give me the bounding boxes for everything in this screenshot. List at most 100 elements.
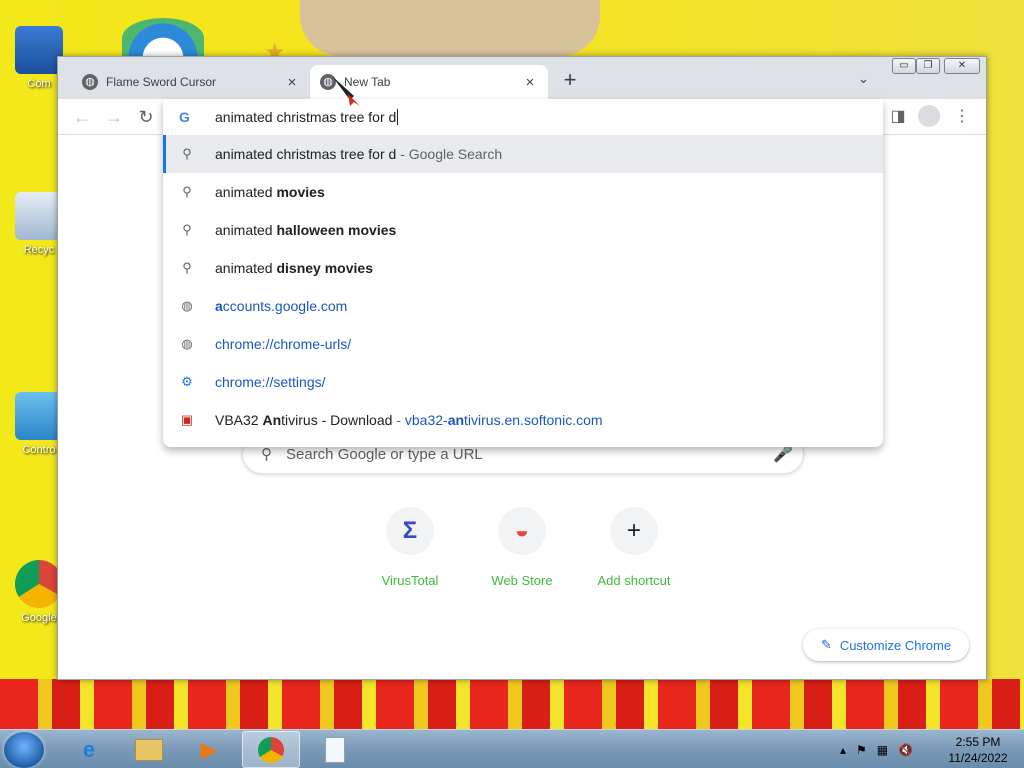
microphone-icon[interactable]: 🎤 bbox=[763, 444, 803, 464]
suggestion-text-part: an bbox=[447, 412, 465, 428]
globe-icon: ◍ bbox=[181, 298, 193, 313]
taskbar-media-player-button[interactable]: ▶ bbox=[180, 731, 238, 768]
tab-title: Flame Sword Cursor bbox=[106, 75, 217, 89]
clock-date: 11/24/2022 bbox=[948, 751, 1008, 765]
suggestion-text-part: animated bbox=[215, 184, 277, 200]
taskbar-explorer-button[interactable] bbox=[120, 731, 178, 768]
suggestion-text-part: animated bbox=[215, 260, 277, 276]
virustotal-icon: Σ bbox=[386, 507, 434, 555]
shortcut-add[interactable]: + Add shortcut bbox=[582, 507, 686, 588]
settings-icon: ⚙ bbox=[181, 374, 193, 389]
text-caret bbox=[397, 109, 399, 125]
desktop-wallpaper-shape bbox=[300, 0, 600, 56]
suggestion-list: ⚲ animated christmas tree for d - Google … bbox=[163, 135, 883, 439]
google-g-icon: G bbox=[179, 109, 190, 125]
ntp-search-placeholder: Search Google or type a URL bbox=[286, 445, 483, 463]
suggestion-text-part: animated bbox=[215, 222, 277, 238]
flame-sword-cursor-icon bbox=[332, 76, 360, 106]
control-panel-icon bbox=[15, 392, 63, 440]
suggestion-text-part: - Google Search bbox=[396, 146, 503, 162]
profile-button[interactable] bbox=[918, 105, 942, 129]
site-favicon-icon: ▣ bbox=[180, 412, 194, 427]
system-tray: ▴ ⚑ ▦ 🔇 bbox=[840, 730, 913, 768]
minimize-button[interactable]: ▭ bbox=[892, 58, 916, 74]
internet-explorer-icon: e bbox=[82, 736, 96, 762]
recycle-bin-icon bbox=[15, 192, 63, 240]
document-icon bbox=[325, 736, 345, 763]
tab-title: New Tab bbox=[344, 75, 391, 89]
omnibox-suggestion[interactable]: ⚲ animated halloween movies bbox=[163, 211, 883, 249]
suggestion-text-part: disney movies bbox=[276, 260, 373, 276]
search-icon: ⚲ bbox=[182, 146, 192, 161]
menu-button[interactable]: ⋮ bbox=[950, 105, 974, 129]
maximize-button[interactable]: ❐ bbox=[916, 58, 940, 74]
desktop-wallpaper-stripes bbox=[0, 679, 1024, 729]
edge-desktop-icon[interactable] bbox=[122, 18, 204, 58]
network-icon[interactable]: ▦ bbox=[877, 743, 888, 757]
shortcut-web-store[interactable]: ◒ Web Store bbox=[470, 507, 574, 588]
tab-flame-sword-cursor[interactable]: ◍ Flame Sword Cursor × bbox=[72, 65, 310, 99]
system-clock[interactable]: 2:55 PM 11/24/2022 bbox=[946, 734, 1010, 766]
web-store-icon: ◒ bbox=[498, 507, 546, 555]
suggestion-text-part: - bbox=[392, 412, 405, 428]
new-tab-button[interactable]: + bbox=[558, 69, 582, 93]
computer-icon bbox=[15, 26, 63, 74]
avatar bbox=[918, 105, 940, 127]
tab-close-icon[interactable]: × bbox=[284, 74, 300, 91]
omnibox-suggestion[interactable]: ▣ VBA32 An tivirus - Download - vba32- an ti… bbox=[163, 401, 883, 439]
suggestion-text-part: chrome://settings/ bbox=[215, 374, 326, 390]
chrome-icon bbox=[15, 560, 63, 608]
suggestion-text-part: An bbox=[262, 412, 282, 428]
search-icon: ⚲ bbox=[261, 446, 272, 463]
suggestion-text-part: animated christmas tree for d bbox=[215, 146, 397, 162]
back-button[interactable]: ← bbox=[70, 105, 94, 129]
taskbar-chrome-button[interactable] bbox=[242, 731, 300, 768]
side-panel-icon[interactable]: ◨ bbox=[886, 105, 910, 129]
customize-chrome-button[interactable]: ✎ Customize Chrome bbox=[803, 629, 969, 661]
start-button[interactable] bbox=[4, 732, 44, 768]
customize-label: Customize Chrome bbox=[839, 637, 952, 653]
suggestion-text-part: tivirus.en.softonic.com bbox=[464, 412, 603, 428]
suggestion-text-part: tivirus - Download bbox=[281, 412, 393, 428]
suggestion-text-part: VBA32 bbox=[215, 412, 263, 428]
desktop-icon-label: Contro bbox=[22, 444, 56, 456]
tab-strip: ◍ Flame Sword Cursor × ◍ New Tab × + ⌄ ▭… bbox=[58, 57, 986, 99]
windows-taskbar: e ▶ ▴ ⚑ ▦ 🔇 2:55 PM 11/24/2022 bbox=[0, 729, 1024, 768]
search-icon: ⚲ bbox=[182, 222, 192, 237]
omnibox-dropdown: G animated christmas tree for d ⚲ animate… bbox=[163, 99, 883, 447]
search-icon: ⚲ bbox=[182, 184, 192, 199]
forward-button[interactable]: → bbox=[102, 105, 126, 129]
shortcut-label: Web Store bbox=[491, 573, 553, 588]
taskbar-notepad-button[interactable] bbox=[306, 731, 364, 768]
shortcut-virustotal[interactable]: Σ VirusTotal bbox=[358, 507, 462, 588]
action-center-flag-icon[interactable]: ⚑ bbox=[856, 743, 867, 757]
omnibox-suggestion[interactable]: ⚲ animated christmas tree for d - Google … bbox=[163, 135, 883, 173]
shortcut-label: VirusTotal bbox=[381, 573, 439, 588]
omnibox-suggestion[interactable]: ◍ chrome://chrome-urls/ bbox=[163, 325, 883, 363]
clock-time: 2:55 PM bbox=[955, 735, 1001, 749]
omnibox-suggestion[interactable]: ◍ a ccounts.google.com bbox=[163, 287, 883, 325]
suggestion-text-part: movies bbox=[276, 184, 325, 200]
omnibox-suggestion[interactable]: ⚲ animated movies bbox=[163, 173, 883, 211]
tab-search-button[interactable]: ⌄ bbox=[858, 71, 869, 87]
globe-icon: ◍ bbox=[82, 74, 98, 90]
volume-muted-icon[interactable]: 🔇 bbox=[898, 743, 913, 757]
suggestion-text-part: a bbox=[215, 298, 223, 314]
chrome-window: ◍ Flame Sword Cursor × ◍ New Tab × + ⌄ ▭… bbox=[57, 56, 987, 680]
chrome-icon bbox=[258, 736, 284, 763]
suggestion-text-part: vba32- bbox=[404, 412, 448, 428]
taskbar-ie-button[interactable]: e bbox=[60, 731, 118, 768]
plus-icon: + bbox=[610, 507, 658, 555]
omnibox-suggestion[interactable]: ⚙ chrome://settings/ bbox=[163, 363, 883, 401]
close-window-button[interactable]: ✕ bbox=[944, 58, 980, 74]
address-input-text[interactable]: animated christmas tree for d bbox=[215, 109, 396, 125]
folder-icon bbox=[135, 738, 163, 761]
tab-close-icon[interactable]: × bbox=[522, 74, 538, 91]
reload-button[interactable]: ↻ bbox=[134, 105, 158, 129]
shortcut-label: Add shortcut bbox=[597, 573, 671, 588]
address-bar[interactable]: G animated christmas tree for d bbox=[163, 99, 883, 135]
show-hidden-icons-icon[interactable]: ▴ bbox=[840, 743, 846, 757]
omnibox-suggestion[interactable]: ⚲ animated disney movies bbox=[163, 249, 883, 287]
search-icon: ⚲ bbox=[182, 260, 192, 275]
suggestion-text-part: ccounts.google.com bbox=[222, 298, 348, 314]
